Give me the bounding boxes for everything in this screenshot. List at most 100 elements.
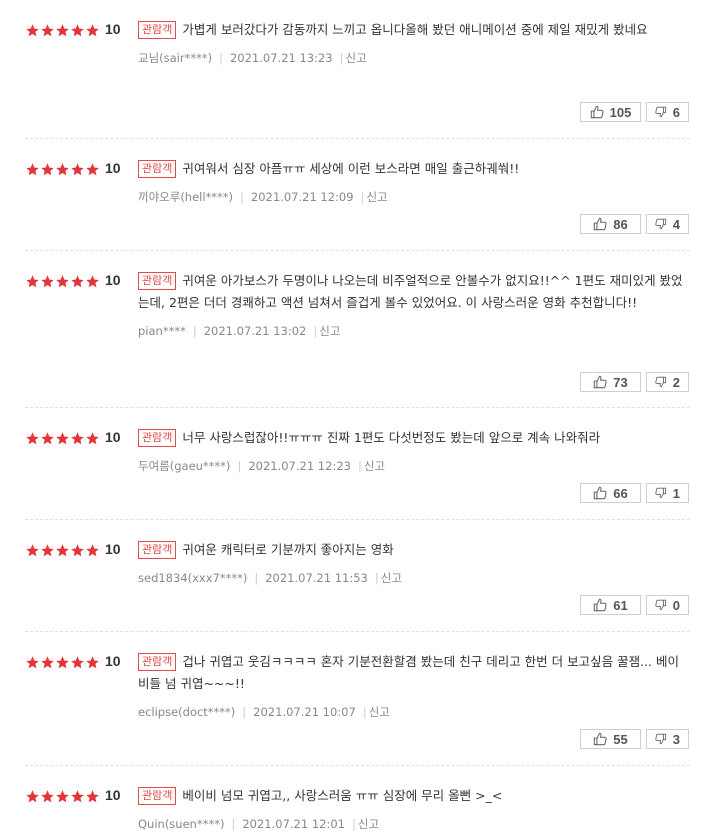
vote-buttons: 105 6 [580,102,689,122]
dislike-button[interactable]: 3 [646,729,689,749]
rating-score: 10 [105,21,121,37]
audience-badge: 관람객 [138,429,177,447]
star-icon [85,431,100,446]
vote-buttons: 55 3 [580,729,689,749]
author[interactable]: eclipse(doct****) [138,705,235,719]
star-icon [55,23,70,38]
star-icon [70,431,85,446]
dislike-button[interactable]: 0 [646,595,689,615]
audience-badge: 관람객 [138,541,177,559]
review-content: 겁나 귀엽고 웃김ㅋㅋㅋㅋ 혼자 기분전환할겸 봤는데 친구 데리고 한번 더 … [138,654,679,691]
review-date: 2021.07.21 11:53 [265,571,368,585]
report-link[interactable]: 신고 [366,190,387,204]
star-icon [55,655,70,670]
like-button[interactable]: 105 [580,102,641,122]
star-icon [85,23,100,38]
star-icon [40,274,55,289]
dislike-button[interactable]: 2 [646,372,689,392]
star-icon [70,23,85,38]
like-count: 66 [613,485,628,501]
star-icon [85,655,100,670]
star-icon [55,162,70,177]
like-button[interactable]: 73 [580,372,641,392]
like-button[interactable]: 61 [580,595,641,615]
star-icon [25,162,40,177]
review-item: 10 관람객 귀여운 캐릭터로 기분까지 좋아지는 영화 sed1834(xxx7… [25,520,690,632]
like-button[interactable]: 66 [580,483,641,503]
star-icon [55,431,70,446]
thumbs-down-icon [655,599,667,611]
star-icon [25,655,40,670]
rating-score: 10 [105,653,121,669]
star-icon [70,162,85,177]
review-list: 10 관람객 가볍게 보러갔다가 감동까지 느끼고 옵니다올해 봤던 애니메이션 … [0,0,728,835]
thumbs-up-icon [594,486,607,500]
star-icon [40,23,55,38]
review-item: 10 관람객 가볍게 보러갔다가 감동까지 느끼고 옵니다올해 봤던 애니메이션 … [25,0,690,139]
review-text: 관람객 베이비 넘모 귀엽고,, 사랑스러움 ㅠㅠ 심장에 무리 올뻔 >_< [138,785,686,807]
review-content: 귀여운 캐릭터로 기분까지 좋아지는 영화 [182,542,394,557]
report-link[interactable]: 신고 [319,324,340,338]
divider: | [374,571,379,585]
star-icon [25,274,40,289]
dislike-count: 0 [672,597,680,613]
author[interactable]: 끼야오루(hell****) [138,190,233,204]
star-icon [70,274,85,289]
star-rating [25,161,100,177]
vote-buttons: 61 0 [580,595,689,615]
like-button[interactable]: 55 [580,729,641,749]
author[interactable]: 두여름(gaeu****) [138,459,230,473]
review-body: 관람객 너무 사랑스럽잖아!!ㅠㅠㅠ 진짜 1편도 다섯번정도 봤는데 앞으로 계… [138,427,686,473]
review-text: 관람객 귀여운 캐릭터로 기분까지 좋아지는 영화 [138,539,686,561]
star-icon [25,23,40,38]
report-link[interactable]: 신고 [346,51,367,65]
like-count: 61 [613,597,628,613]
review-content: 귀여운 아가보스가 두명이나 나오는데 비주얼적으로 안볼수가 없지요!!^^ … [138,273,683,310]
dislike-button[interactable]: 1 [646,483,689,503]
review-body: 관람객 귀여운 아가보스가 두명이나 나오는데 비주얼적으로 안볼수가 없지요!!… [138,270,686,338]
divider: | [362,705,367,719]
review-date: 2021.07.21 13:23 [229,51,333,65]
star-icon [25,789,40,804]
star-icon [85,162,100,177]
star-icon [85,789,100,804]
report-link[interactable]: 신고 [381,571,402,585]
thumbs-down-icon [655,733,667,745]
thumbs-up-icon [590,105,604,119]
star-icon [40,789,55,804]
review-text: 관람객 귀여워서 심장 아픔ㅠㅠ 세상에 이런 보스라면 매일 출근하궤쒀!! [138,158,686,180]
thumbs-up-icon [594,598,607,612]
author[interactable]: pian**** [138,324,186,338]
star-rating [25,788,100,804]
star-icon [55,789,70,804]
review-body: 관람객 겁나 귀엽고 웃김ㅋㅋㅋㅋ 혼자 기분전환할겸 봤는데 친구 데리고 한번… [138,651,686,719]
thumbs-up-icon [594,217,607,231]
star-icon [55,274,70,289]
dislike-button[interactable]: 4 [646,214,689,234]
star-rating [25,273,100,289]
audience-badge: 관람객 [138,787,177,805]
thumbs-down-icon [655,218,667,230]
author[interactable]: 교님(sair****) [138,51,212,65]
star-rating [25,654,100,670]
star-icon [70,789,85,804]
review-item: 10 관람객 귀여운 아가보스가 두명이나 나오는데 비주얼적으로 안볼수가 없지… [25,251,690,408]
divider: | [339,51,344,65]
review-text: 관람객 겁나 귀엽고 웃김ㅋㅋㅋㅋ 혼자 기분전환할겸 봤는데 친구 데리고 한번… [138,651,686,695]
author[interactable]: sed1834(xxx7****) [138,571,247,585]
like-button[interactable]: 86 [580,214,641,234]
star-rating [25,22,100,38]
audience-badge: 관람객 [138,272,177,290]
report-link[interactable]: 신고 [369,705,390,719]
dislike-button[interactable]: 6 [646,102,689,122]
star-icon [40,543,55,558]
review-meta: sed1834(xxx7****) | 2021.07.21 11:53 | 신고 [138,571,686,585]
like-count: 86 [613,216,628,232]
star-icon [85,274,100,289]
audience-badge: 관람객 [138,160,177,178]
divider: | [237,459,242,473]
review-date: 2021.07.21 10:07 [253,705,356,719]
thumbs-down-icon [655,487,667,499]
star-icon [25,543,40,558]
report-link[interactable]: 신고 [364,459,385,473]
